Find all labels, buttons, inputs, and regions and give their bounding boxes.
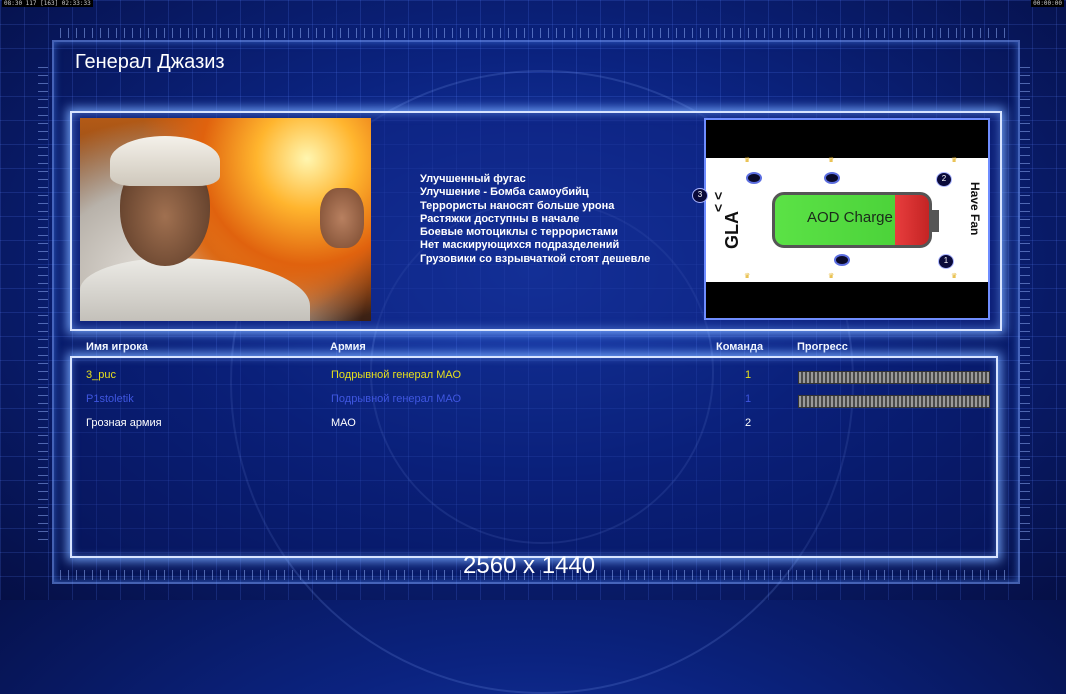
player-name: P1stoletik: [86, 393, 134, 405]
supply-star-icon: ♛: [744, 157, 751, 164]
portrait-turban: [110, 136, 220, 186]
bonus-item: Боевые мотоциклы с террористами: [420, 226, 618, 239]
header-progress: Прогресс: [797, 341, 848, 353]
player-team: 1: [745, 393, 752, 405]
header-army: Армия: [330, 341, 366, 353]
start-position[interactable]: [746, 172, 762, 184]
map-author-label: Have Fan: [968, 182, 982, 236]
player-progress-bar: [798, 395, 990, 408]
start-position-1[interactable]: 1: [938, 254, 954, 269]
player-row: 3_puc Подрывной генерал МАО 1: [72, 366, 996, 386]
ruler-right: [1020, 60, 1030, 540]
player-row: P1stoletik Подрывной генерал МАО 1: [72, 390, 996, 410]
header-team: Команда: [716, 341, 764, 353]
start-position[interactable]: [824, 172, 840, 184]
ruler-top: [60, 28, 1010, 38]
player-name: 3_puc: [86, 369, 116, 381]
general-title: Генерал Джазиз: [75, 51, 225, 73]
player-name: Грозная армия: [86, 417, 162, 429]
bonus-item: Улучшение - Бомба самоубийц: [420, 186, 589, 199]
supply-star-icon: ♛: [951, 273, 958, 280]
player-team: 2: [745, 417, 752, 429]
bonus-item: Растяжки доступны в начале: [420, 212, 580, 225]
player-army: Подрывной генерал МАО: [331, 393, 462, 405]
players-list: 3_puc Подрывной генерал МАО 1 P1stoletik…: [70, 356, 998, 558]
start-position[interactable]: [834, 254, 850, 266]
player-army: Подрывной генерал МАО: [331, 369, 462, 381]
portrait-robe: [80, 258, 310, 321]
map-faction-label: GLA: [722, 211, 742, 249]
supply-star-icon: ♛: [744, 273, 751, 280]
bonus-item: Нет маскирующихся подразделений: [420, 239, 620, 252]
supply-star-icon: ♛: [828, 273, 835, 280]
general-bonus-list: Улучшенный фугас Улучшение - Бомба самоу…: [420, 173, 650, 266]
hud-clock: 00:00:00: [1031, 0, 1064, 7]
header-player-name: Имя игрока: [86, 341, 148, 353]
player-team: 1: [745, 369, 752, 381]
bonus-item: Террористы наносят больше урона: [420, 199, 615, 212]
bonus-item: Грузовики со взрывчаткой стоят дешевле: [420, 252, 651, 265]
bonus-item: Улучшенный фугас: [420, 173, 526, 185]
start-position-3[interactable]: 3: [692, 188, 708, 203]
chevron-icon: < <: [710, 191, 727, 213]
player-army: МАО: [331, 417, 356, 429]
map-preview: ♛ ♛ ♛ ♛ ♛ ♛ 3 2 1 AOD Charge GLA < < Hav…: [692, 118, 990, 320]
supply-star-icon: ♛: [951, 157, 958, 164]
map-image: ♛ ♛ ♛ ♛ ♛ ♛ 3 2 1 AOD Charge GLA < < Hav…: [692, 157, 988, 282]
hud-stats: 08:30 117 [163] 02:33:33: [2, 0, 93, 7]
general-portrait: [80, 118, 371, 321]
start-position-2[interactable]: 2: [936, 172, 952, 187]
battery-graphic: AOD Charge: [772, 192, 932, 248]
battery-label: AOD Charge: [807, 209, 893, 226]
resolution-watermark: 2560 x 1440: [463, 552, 596, 579]
ruler-left: [38, 60, 48, 540]
player-progress-bar: [798, 371, 990, 384]
portrait-hand: [320, 188, 364, 248]
supply-star-icon: ♛: [828, 157, 835, 164]
battery-cap: [931, 210, 939, 232]
player-row: Грозная армия МАО 2: [72, 414, 996, 434]
